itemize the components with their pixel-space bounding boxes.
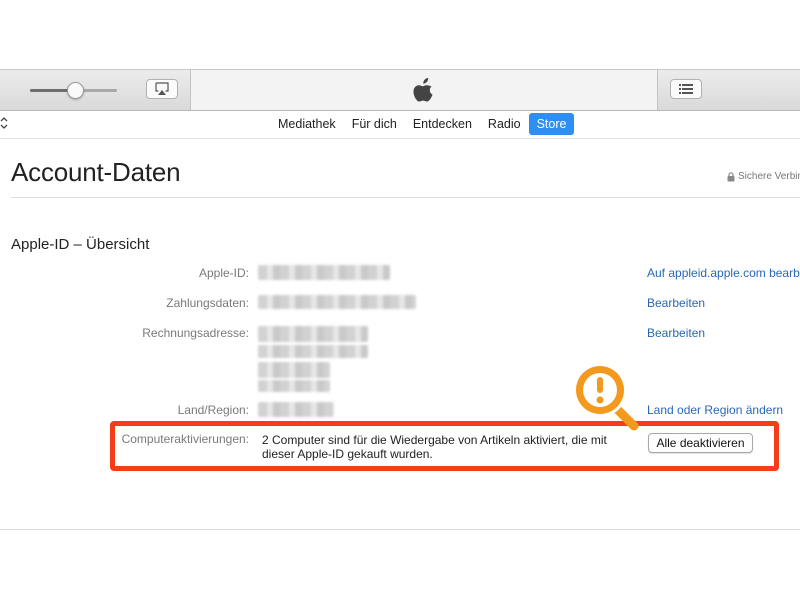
divider: [11, 197, 800, 198]
tab-fuer-dich[interactable]: Für dich: [344, 113, 405, 135]
up-next-list-icon: [679, 84, 693, 94]
payment-label: Zahlungsdaten:: [166, 296, 249, 310]
airplay-button[interactable]: [146, 79, 178, 99]
billing-address-line-4-redacted: [258, 380, 330, 392]
billing-address-line-2-redacted: [258, 345, 368, 358]
section-heading: Apple-ID – Übersicht: [11, 236, 150, 253]
tab-store[interactable]: Store: [528, 113, 575, 135]
lock-icon: [727, 171, 735, 181]
volume-slider-knob[interactable]: [67, 82, 85, 99]
tab-mediathek[interactable]: Mediathek: [270, 113, 344, 135]
tab-radio[interactable]: Radio: [480, 113, 529, 135]
change-country-link[interactable]: Land oder Region ändern: [647, 403, 783, 417]
nav-tabs: Mediathek Für dich Entdecken Radio Store: [270, 113, 575, 135]
edit-apple-id-link[interactable]: Auf appleid.apple.com bearb.: [647, 266, 800, 280]
lcd-display: [190, 70, 658, 110]
footer-divider: [0, 529, 800, 530]
edit-billing-link[interactable]: Bearbeiten: [647, 326, 705, 340]
billing-address-label: Rechnungsadresse:: [142, 326, 249, 340]
airplay-icon: [155, 82, 169, 95]
billing-address-line-1-redacted: [258, 326, 368, 342]
billing-address-line-3-redacted: [258, 362, 330, 378]
payment-value-redacted: [258, 295, 416, 309]
secure-connection-text: Sichere Verbin: [738, 171, 800, 182]
up-next-button[interactable]: [670, 79, 702, 99]
computer-activations-label: Computeraktivierungen:: [121, 432, 249, 446]
tab-entdecken[interactable]: Entdecken: [405, 113, 480, 135]
store-nav-bar: Mediathek Für dich Entdecken Radio Store: [0, 110, 800, 139]
computer-activations-text: 2 Computer sind für die Wiedergabe von A…: [262, 433, 607, 461]
page-title: Account-Daten: [11, 157, 181, 187]
country-label: Land/Region:: [177, 403, 249, 417]
edit-payment-link[interactable]: Bearbeiten: [647, 296, 705, 310]
apple-id-label: Apple-ID:: [198, 266, 249, 280]
country-value-redacted: [258, 402, 334, 417]
player-toolbar: [0, 69, 800, 111]
apple-id-value-redacted: [258, 265, 390, 280]
media-picker-chevron-icon[interactable]: [0, 116, 8, 133]
deauthorize-all-button[interactable]: Alle deaktivieren: [648, 433, 753, 453]
apple-logo-icon: [413, 78, 433, 102]
warning-magnifier-icon: [573, 363, 639, 431]
secure-connection-indicator: Sichere Verbin: [727, 171, 800, 182]
